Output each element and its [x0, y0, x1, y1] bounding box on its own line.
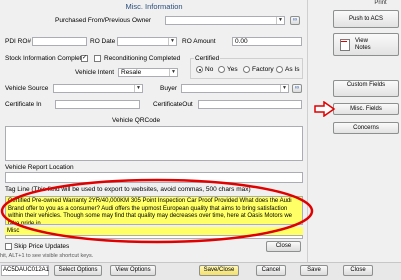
chevron-down-icon: ▼	[276, 17, 284, 24]
chevron-down-icon: ▼	[168, 38, 176, 45]
concerns-button[interactable]: Concerns	[333, 122, 399, 134]
bottom-close-button[interactable]: Close	[343, 265, 373, 276]
chevron-down-icon: ▼	[280, 85, 288, 92]
ro-amount-label: RO Amount	[182, 38, 216, 45]
pdi-ro-label: PDI RO#	[5, 38, 32, 45]
certified-yes-radio[interactable]	[218, 66, 225, 73]
vehicle-qrcode-label: Vehicle QRCode	[112, 117, 161, 124]
buyer-dropdown[interactable]: ▼	[181, 84, 289, 93]
vehicle-intent-dropdown[interactable]: Resale ▼	[118, 68, 178, 77]
vehicle-source-dropdown[interactable]: ▼	[53, 84, 143, 93]
view-notes-label: View Notes	[355, 38, 371, 51]
certificate-out-input[interactable]	[198, 100, 302, 109]
buyer-label: Buyer	[160, 85, 177, 92]
sidebar-top-fragment: Print	[374, 0, 387, 6]
certified-as-is-radio[interactable]	[276, 66, 283, 73]
certificate-in-input[interactable]	[55, 100, 140, 109]
certificate-out-label: CertificateOut	[153, 101, 193, 108]
select-options-button[interactable]: Select Options	[54, 265, 102, 276]
certified-as-is-label: As Is	[285, 66, 300, 73]
vehicle-qrcode-area	[5, 126, 303, 161]
pdi-ro-input[interactable]	[32, 37, 87, 46]
notes-icon-line	[341, 41, 347, 42]
certificate-in-label: Certificate In	[5, 101, 42, 108]
push-to-acs-button[interactable]: Push to ACS	[333, 10, 399, 28]
red-annotation-ellipse	[0, 178, 314, 244]
view-options-button[interactable]: View Options	[110, 265, 156, 276]
ro-amount-input[interactable]: 0.00	[232, 37, 302, 46]
reconditioning-label: Reconditioning Completed	[104, 55, 181, 62]
ro-date-label: RO Date	[90, 38, 116, 45]
certified-group-label: Certified	[194, 54, 221, 63]
purchased-from-lookup-button[interactable]: ∞	[290, 16, 300, 25]
buyer-lookup-button[interactable]: ∞	[292, 84, 302, 93]
cancel-button[interactable]: Cancel	[256, 265, 286, 276]
vehicle-report-location-label: Vehicle Report Location	[5, 164, 74, 171]
shortcut-hint: hit, ALT+1 to see visible shortcut keys.	[0, 253, 94, 259]
certified-yes-label: Yes	[227, 66, 238, 73]
certified-factory-radio[interactable]	[243, 66, 250, 73]
custom-fields-button[interactable]: Custom Fields	[333, 80, 399, 97]
certified-no-radio[interactable]	[196, 66, 203, 73]
save-close-button[interactable]: Save/Close	[199, 265, 239, 276]
vehicle-intent-value: Resale	[121, 69, 142, 76]
stock-info-complete-label: Stock Information Complete	[5, 55, 86, 62]
stock-info-complete-checkbox[interactable]: ✓	[81, 55, 88, 62]
save-button[interactable]: Save	[300, 265, 328, 276]
chevron-down-icon: ▼	[134, 85, 142, 92]
stock-number: AC5DAUC012A1	[1, 265, 49, 276]
chevron-down-icon: ▼	[169, 69, 177, 76]
reconditioning-checkbox[interactable]	[94, 55, 101, 62]
vehicle-source-label: Vehicle Source	[5, 85, 49, 92]
red-arrow-icon	[314, 101, 336, 117]
purchased-from-dropdown[interactable]: ▼	[165, 16, 285, 25]
view-notes-button[interactable]: View Notes	[333, 33, 399, 56]
panel-title: Misc. Information	[125, 2, 183, 11]
certified-no-label: No	[205, 66, 214, 73]
ro-date-input[interactable]: ▼	[117, 37, 177, 46]
vehicle-intent-label: Vehicle Intent	[75, 69, 115, 76]
certified-factory-label: Factory	[252, 66, 274, 73]
misc-fields-button[interactable]: Misc. Fields	[333, 103, 399, 115]
purchased-from-label: Purchased From/Previous Owner	[55, 17, 152, 24]
